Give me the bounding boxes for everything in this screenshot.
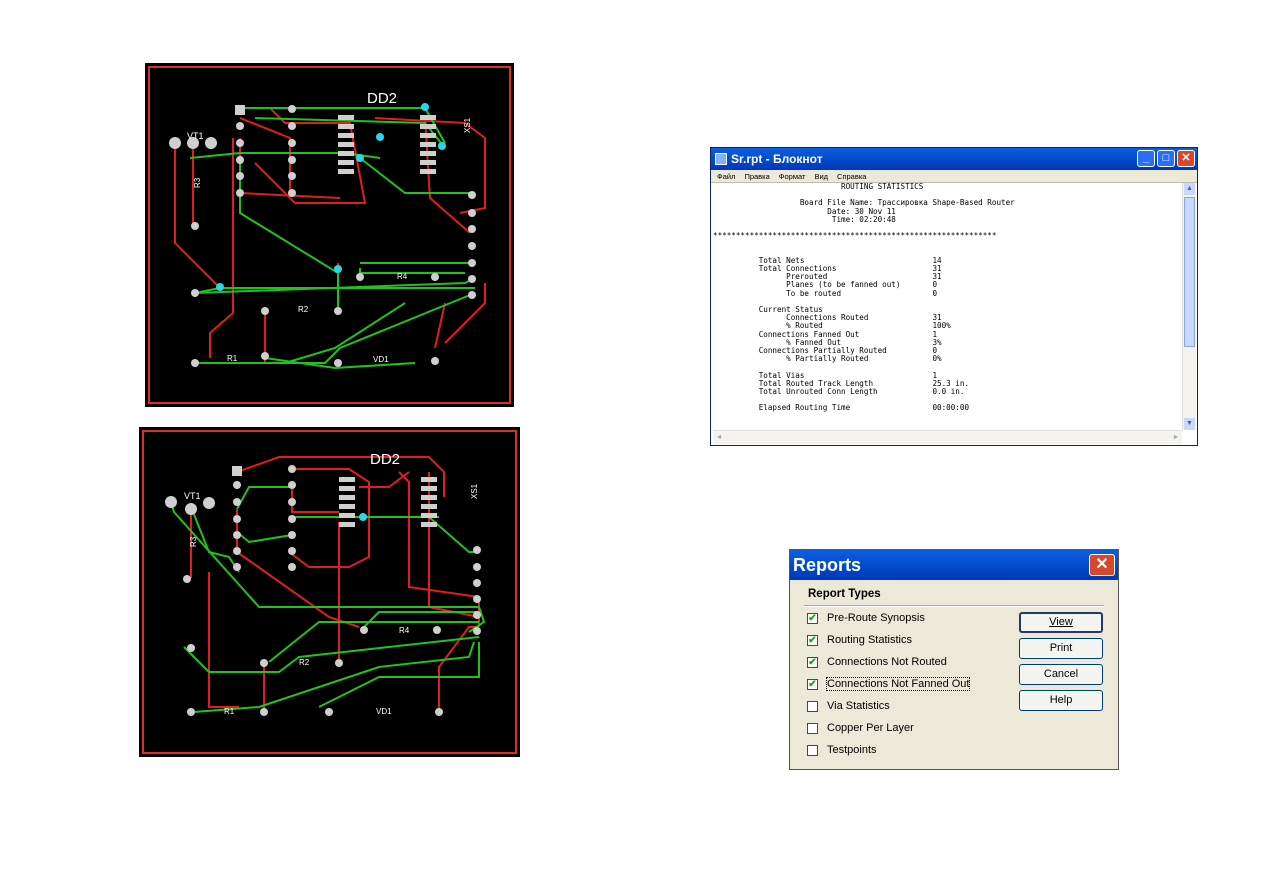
label-r3: R3 <box>193 177 202 188</box>
scroll-left-icon[interactable]: ◄ <box>713 432 725 443</box>
notepad-titlebar[interactable]: Sr.rpt - Блокнот _ □ ✕ <box>711 148 1197 170</box>
help-button-label: Help <box>1049 694 1073 706</box>
report-type-label: Pre-Route Synopsis <box>827 612 925 624</box>
report-type-label: Via Statistics <box>827 700 890 712</box>
help-button[interactable]: Help <box>1019 690 1103 711</box>
label-r4: R4 <box>397 272 408 281</box>
print-button[interactable]: Print <box>1019 638 1103 659</box>
cancel-button[interactable]: Cancel <box>1019 664 1103 685</box>
report-type-item[interactable]: ✔ Routing Statistics <box>807 634 912 646</box>
scroll-thumb[interactable] <box>1184 197 1195 347</box>
reports-dialog: Reports ✕ Report Types ✔ Pre-Route Synops… <box>789 549 1119 770</box>
checkbox-unchecked[interactable] <box>807 722 818 734</box>
close-button[interactable]: ✕ <box>1089 554 1115 576</box>
menu-file[interactable]: Файл <box>717 172 735 181</box>
notepad-window: Sr.rpt - Блокнот _ □ ✕ Файл Правка Форма… <box>710 147 1198 446</box>
label-r2: R2 <box>299 658 310 667</box>
report-type-item[interactable]: Testpoints <box>807 744 877 756</box>
label-r3: R3 <box>189 536 198 547</box>
report-text: ROUTING STATISTICS Board File Name: Трас… <box>713 183 1015 413</box>
report-type-item[interactable]: ✔ Connections Not Fanned Out <box>807 677 971 691</box>
report-type-label: Connections Not Fanned Out <box>825 677 971 691</box>
label-dd2: DD2 <box>367 90 397 107</box>
checkbox-unchecked[interactable] <box>807 744 818 756</box>
checkbox-checked[interactable]: ✔ <box>807 678 818 690</box>
checkbox-checked[interactable]: ✔ <box>807 634 818 646</box>
checkbox-checked[interactable]: ✔ <box>807 656 818 668</box>
label-vd1: VD1 <box>373 355 389 364</box>
pcb-view-top: DD2 VT1 XS1 R3 R4 R2 R1 VD1 <box>145 63 514 407</box>
label-r1: R1 <box>227 354 238 363</box>
notepad-title: Sr.rpt - Блокнот <box>731 152 823 166</box>
report-type-label: Connections Not Routed <box>827 656 947 668</box>
scroll-down-icon[interactable]: ▼ <box>1184 418 1195 430</box>
report-type-label: Routing Statistics <box>827 634 912 646</box>
group-label: Report Types <box>808 588 881 600</box>
label-vt1: VT1 <box>184 491 201 501</box>
scroll-right-icon[interactable]: ► <box>1170 432 1182 443</box>
report-type-item[interactable]: ✔ Pre-Route Synopsis <box>807 612 925 624</box>
horizontal-scrollbar[interactable]: ◄ ► <box>713 430 1182 444</box>
label-dd2: DD2 <box>370 451 400 468</box>
label-vt1: VT1 <box>187 131 204 141</box>
label-xs1: XS1 <box>470 483 479 499</box>
ic-pins <box>339 477 437 527</box>
minimize-button[interactable]: _ <box>1137 150 1155 167</box>
menu-format[interactable]: Формат <box>779 172 806 181</box>
report-type-item[interactable]: ✔ Connections Not Routed <box>807 656 947 668</box>
scroll-up-icon[interactable]: ▲ <box>1184 183 1195 195</box>
pcb-view-bottom: DD2 VT1 XS1 R3 R4 R2 R1 VD1 <box>139 427 520 757</box>
notepad-text-area[interactable]: ROUTING STATISTICS Board File Name: Трас… <box>713 183 1182 430</box>
notepad-icon <box>715 153 727 165</box>
dialog-title: Reports <box>793 555 862 575</box>
report-type-item[interactable]: Via Statistics <box>807 700 890 712</box>
view-button-label: View <box>1049 616 1073 628</box>
view-button[interactable]: View <box>1019 612 1103 633</box>
reports-titlebar[interactable]: Reports ✕ <box>790 550 1118 580</box>
vertical-scrollbar[interactable]: ▲ ▼ <box>1182 183 1196 430</box>
print-button-label: Print <box>1049 642 1073 654</box>
close-button[interactable]: ✕ <box>1177 150 1195 167</box>
menu-view[interactable]: Вид <box>814 172 828 181</box>
report-type-label: Testpoints <box>827 744 877 756</box>
group-divider <box>804 605 1104 607</box>
report-type-item[interactable]: Copper Per Layer <box>807 722 914 734</box>
label-vd1: VD1 <box>376 707 392 716</box>
label-r1: R1 <box>224 707 235 716</box>
label-xs1: XS1 <box>463 117 472 133</box>
maximize-button[interactable]: □ <box>1157 150 1175 167</box>
report-type-label: Copper Per Layer <box>827 722 914 734</box>
label-r2: R2 <box>298 305 309 314</box>
green-traces <box>170 486 486 713</box>
menu-edit[interactable]: Правка <box>744 172 769 181</box>
menu-help[interactable]: Справка <box>837 172 866 181</box>
vias <box>359 513 367 521</box>
label-r4: R4 <box>399 626 410 635</box>
checkbox-unchecked[interactable] <box>807 700 818 712</box>
cancel-button-label: Cancel <box>1043 668 1079 680</box>
checkbox-checked[interactable]: ✔ <box>807 612 818 624</box>
notepad-menubar: Файл Правка Формат Вид Справка <box>711 170 1197 183</box>
